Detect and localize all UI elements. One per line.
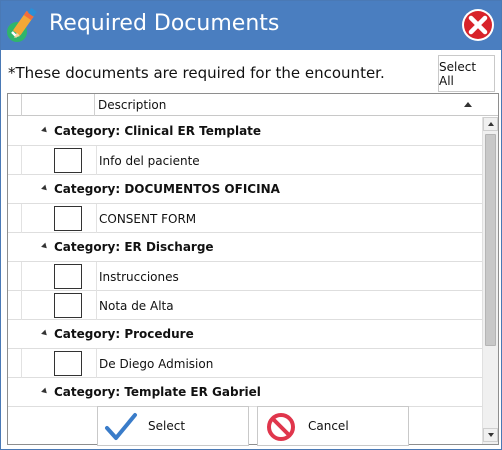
category-row[interactable]: Category: ER Discharge — [8, 233, 482, 262]
required-note: *These documents are required for the en… — [8, 64, 385, 82]
category-label: Category: ER Discharge — [54, 240, 214, 254]
select-button[interactable]: Select — [97, 406, 249, 446]
category-row[interactable]: Category: Procedure — [8, 320, 482, 349]
collapse-arrow-icon[interactable] — [41, 184, 49, 193]
pencil-check-icon — [7, 8, 37, 42]
category-label: Category: DOCUMENTOS OFICINA — [54, 182, 280, 196]
document-description: De Diego Admision — [96, 349, 213, 378]
title-bar: Required Documents — [1, 1, 501, 50]
scrollbar-thumb[interactable] — [485, 134, 496, 346]
cancel-button-label: Cancel — [308, 419, 349, 433]
document-checkbox[interactable] — [54, 148, 82, 173]
collapse-arrow-icon[interactable] — [41, 387, 49, 396]
cancel-button[interactable]: Cancel — [257, 406, 409, 446]
checkmark-icon — [105, 413, 137, 440]
row-indent — [8, 349, 22, 378]
document-description: Info del paciente — [96, 146, 200, 175]
required-documents-dialog: Required Documents *These documents are … — [0, 0, 502, 450]
document-checkbox[interactable] — [54, 264, 82, 289]
header-indent-cell — [8, 94, 22, 116]
header-description[interactable]: Description — [98, 98, 166, 112]
row-indent — [8, 291, 22, 320]
document-description: Nota de Alta — [96, 291, 174, 320]
document-checkbox[interactable] — [54, 293, 82, 318]
select-all-button[interactable]: Select All — [438, 55, 495, 92]
documents-grid: Description Category: Clinical ER Templa… — [7, 93, 499, 445]
collapse-arrow-icon[interactable] — [41, 126, 49, 135]
scroll-up-icon[interactable] — [483, 117, 498, 131]
dialog-body: *These documents are required for the en… — [1, 50, 501, 449]
sort-ascending-icon[interactable] — [464, 102, 472, 107]
vertical-scrollbar[interactable] — [482, 117, 498, 444]
window-title: Required Documents — [49, 11, 280, 36]
grid-header: Description — [8, 94, 498, 116]
document-description: CONSENT FORM — [96, 204, 196, 233]
document-checkbox[interactable] — [54, 351, 82, 376]
category-label: Category: Template ER Gabriel — [54, 385, 261, 399]
prohibited-icon — [267, 413, 295, 441]
category-row[interactable]: Category: DOCUMENTOS OFICINA — [8, 175, 482, 204]
document-checkbox[interactable] — [54, 206, 82, 231]
document-row[interactable]: De Diego Admision — [8, 349, 482, 378]
collapse-arrow-icon[interactable] — [41, 242, 49, 251]
header-checkbox-cell[interactable] — [22, 94, 95, 116]
document-description: Instrucciones — [96, 262, 179, 291]
category-row[interactable]: Category: Clinical ER Template — [8, 117, 482, 146]
select-button-label: Select — [148, 419, 186, 433]
document-row[interactable]: CONSENT FORM — [8, 204, 482, 233]
document-row[interactable]: Info del paciente — [8, 146, 482, 175]
collapse-arrow-icon[interactable] — [41, 329, 49, 338]
scroll-down-icon[interactable] — [483, 428, 498, 442]
category-label: Category: Procedure — [54, 327, 194, 341]
grid-rows: Category: Clinical ER Template Info del … — [8, 117, 482, 444]
document-row[interactable]: Instrucciones — [8, 262, 482, 291]
close-icon[interactable] — [460, 7, 496, 43]
category-label: Category: Clinical ER Template — [54, 124, 262, 138]
row-indent — [8, 204, 22, 233]
category-row[interactable]: Category: Template ER Gabriel — [8, 378, 482, 407]
row-indent — [8, 262, 22, 291]
row-indent — [8, 146, 22, 175]
document-row[interactable]: Nota de Alta — [8, 291, 482, 320]
